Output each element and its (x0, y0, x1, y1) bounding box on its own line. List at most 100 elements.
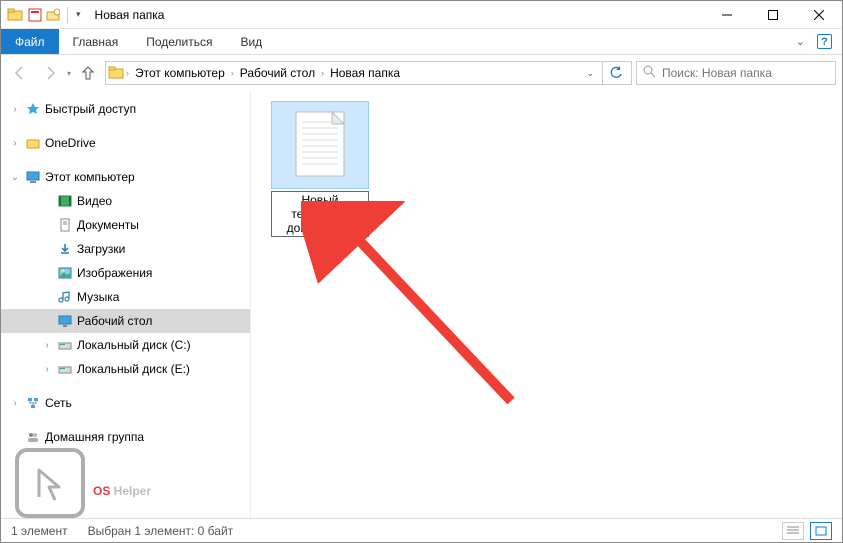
sidebar-label: Документы (77, 218, 139, 232)
folder-icon (25, 135, 41, 151)
sidebar-item-downloads[interactable]: Загрузки (1, 237, 250, 261)
nav-back-button[interactable] (7, 60, 33, 86)
expand-icon[interactable]: › (41, 340, 53, 351)
computer-icon (25, 169, 41, 185)
sidebar-item-network[interactable]: › Сеть (1, 391, 250, 415)
view-switcher (782, 522, 832, 540)
chevron-right-icon[interactable]: › (321, 68, 324, 78)
qat-customize-dropdown[interactable]: ▾ (74, 9, 83, 20)
sidebar-item-documents[interactable]: Документы (1, 213, 250, 237)
address-folder-icon (108, 65, 124, 81)
breadcrumb-desktop[interactable]: Рабочий стол (236, 66, 319, 80)
ribbon-help-button[interactable]: ? (817, 34, 832, 49)
qat-newfolder-icon[interactable] (45, 7, 61, 23)
sidebar-item-music[interactable]: Музыка (1, 285, 250, 309)
content-pane[interactable]: Новый текстовый документ.txt (251, 91, 842, 518)
window-title: Новая папка (95, 8, 165, 22)
explorer-window: ▾ Новая папка Файл Главная Поделиться Ви… (0, 0, 843, 543)
desktop-icon (57, 313, 73, 329)
window-controls (704, 1, 842, 29)
document-icon (57, 217, 73, 233)
sidebar-label: Музыка (77, 290, 119, 304)
file-name-selection: txt (341, 221, 354, 235)
sidebar-item-disk-e[interactable]: › Локальный диск (E:) (1, 357, 250, 381)
address-dropdown-icon[interactable]: ⌄ (580, 68, 600, 79)
expand-icon[interactable]: › (9, 104, 21, 115)
status-selection: Выбран 1 элемент: 0 байт (88, 524, 234, 538)
sidebar-item-this-pc[interactable]: ⌄ Этот компьютер (1, 165, 250, 189)
breadcrumb-this-pc[interactable]: Этот компьютер (131, 66, 229, 80)
sidebar-label: Этот компьютер (45, 170, 135, 184)
expand-icon[interactable]: › (9, 398, 21, 409)
tab-file[interactable]: Файл (1, 29, 59, 54)
status-bar: 1 элемент Выбран 1 элемент: 0 байт (1, 518, 842, 542)
ribbon-tabs: Файл Главная Поделиться Вид ⌄ ? (1, 29, 842, 55)
file-name-editor[interactable]: Новый текстовый документ.txt (271, 191, 369, 237)
titlebar: ▾ Новая папка (1, 1, 842, 29)
refresh-button[interactable] (602, 62, 629, 84)
music-icon (57, 289, 73, 305)
address-bar[interactable]: › Этот компьютер › Рабочий стол › Новая … (105, 61, 632, 85)
star-icon (25, 101, 41, 117)
qat-separator (67, 7, 68, 23)
nav-history-dropdown[interactable]: ▾ (67, 69, 71, 78)
sidebar-label: Локальный диск (E:) (77, 362, 190, 376)
minimize-button[interactable] (704, 1, 750, 29)
homegroup-icon (25, 429, 41, 445)
tab-share[interactable]: Поделиться (132, 29, 226, 54)
ribbon-expand-icon[interactable]: ⌄ (796, 35, 805, 48)
chevron-right-icon[interactable]: › (126, 68, 129, 78)
expand-icon[interactable]: › (9, 138, 21, 149)
view-icons-button[interactable] (810, 522, 832, 540)
navigation-row: ▾ › Этот компьютер › Рабочий стол › Нова… (1, 55, 842, 91)
sidebar-label: Быстрый доступ (45, 102, 136, 116)
quick-access-toolbar: ▾ (27, 7, 83, 23)
sidebar-label: OneDrive (45, 136, 96, 150)
file-name-base: Новый текстовый документ. (287, 193, 349, 235)
breadcrumb-current[interactable]: Новая папка (326, 66, 404, 80)
sidebar-item-quick-access[interactable]: › Быстрый доступ (1, 97, 250, 121)
view-details-button[interactable] (782, 522, 804, 540)
tab-home[interactable]: Главная (59, 29, 133, 54)
sidebar-label: Загрузки (77, 242, 125, 256)
ribbon-right: ⌄ ? (796, 29, 842, 54)
sidebar-label: Домашняя группа (45, 430, 144, 444)
sidebar-item-desktop[interactable]: Рабочий стол (1, 309, 250, 333)
folder-icon (7, 7, 23, 23)
disk-icon (57, 337, 73, 353)
sidebar-label: Рабочий стол (77, 314, 152, 328)
collapse-icon[interactable]: ⌄ (9, 172, 21, 183)
sidebar-item-videos[interactable]: Видео (1, 189, 250, 213)
picture-icon (57, 265, 73, 281)
navigation-pane: › Быстрый доступ › OneDrive ⌄ Этот компь… (1, 91, 251, 518)
chevron-right-icon[interactable]: › (231, 68, 234, 78)
sidebar-item-homegroup[interactable]: Домашняя группа (1, 425, 250, 449)
sidebar-label: Локальный диск (C:) (77, 338, 191, 352)
search-icon (643, 65, 656, 81)
titlebar-left: ▾ Новая папка (1, 7, 164, 23)
sidebar-item-pictures[interactable]: Изображения (1, 261, 250, 285)
download-icon (57, 241, 73, 257)
nav-forward-button[interactable] (37, 60, 63, 86)
close-button[interactable] (796, 1, 842, 29)
disk-icon (57, 361, 73, 377)
sidebar-item-disk-c[interactable]: › Локальный диск (C:) (1, 333, 250, 357)
sidebar-label: Изображения (77, 266, 152, 280)
tab-view[interactable]: Вид (226, 29, 276, 54)
file-thumbnail (271, 101, 369, 189)
maximize-button[interactable] (750, 1, 796, 29)
nav-up-button[interactable] (75, 60, 101, 86)
video-icon (57, 193, 73, 209)
search-box[interactable] (636, 61, 836, 85)
body: › Быстрый доступ › OneDrive ⌄ Этот компь… (1, 91, 842, 518)
expand-icon[interactable]: › (41, 364, 53, 375)
sidebar-label: Видео (77, 194, 112, 208)
file-item[interactable]: Новый текстовый документ.txt (271, 101, 369, 237)
sidebar-label: Сеть (45, 396, 72, 410)
address-right: ⌄ (580, 62, 629, 84)
search-input[interactable] (662, 66, 829, 80)
sidebar-item-onedrive[interactable]: › OneDrive (1, 131, 250, 155)
status-item-count: 1 элемент (11, 524, 68, 538)
qat-properties-icon[interactable] (27, 7, 43, 23)
network-icon (25, 395, 41, 411)
